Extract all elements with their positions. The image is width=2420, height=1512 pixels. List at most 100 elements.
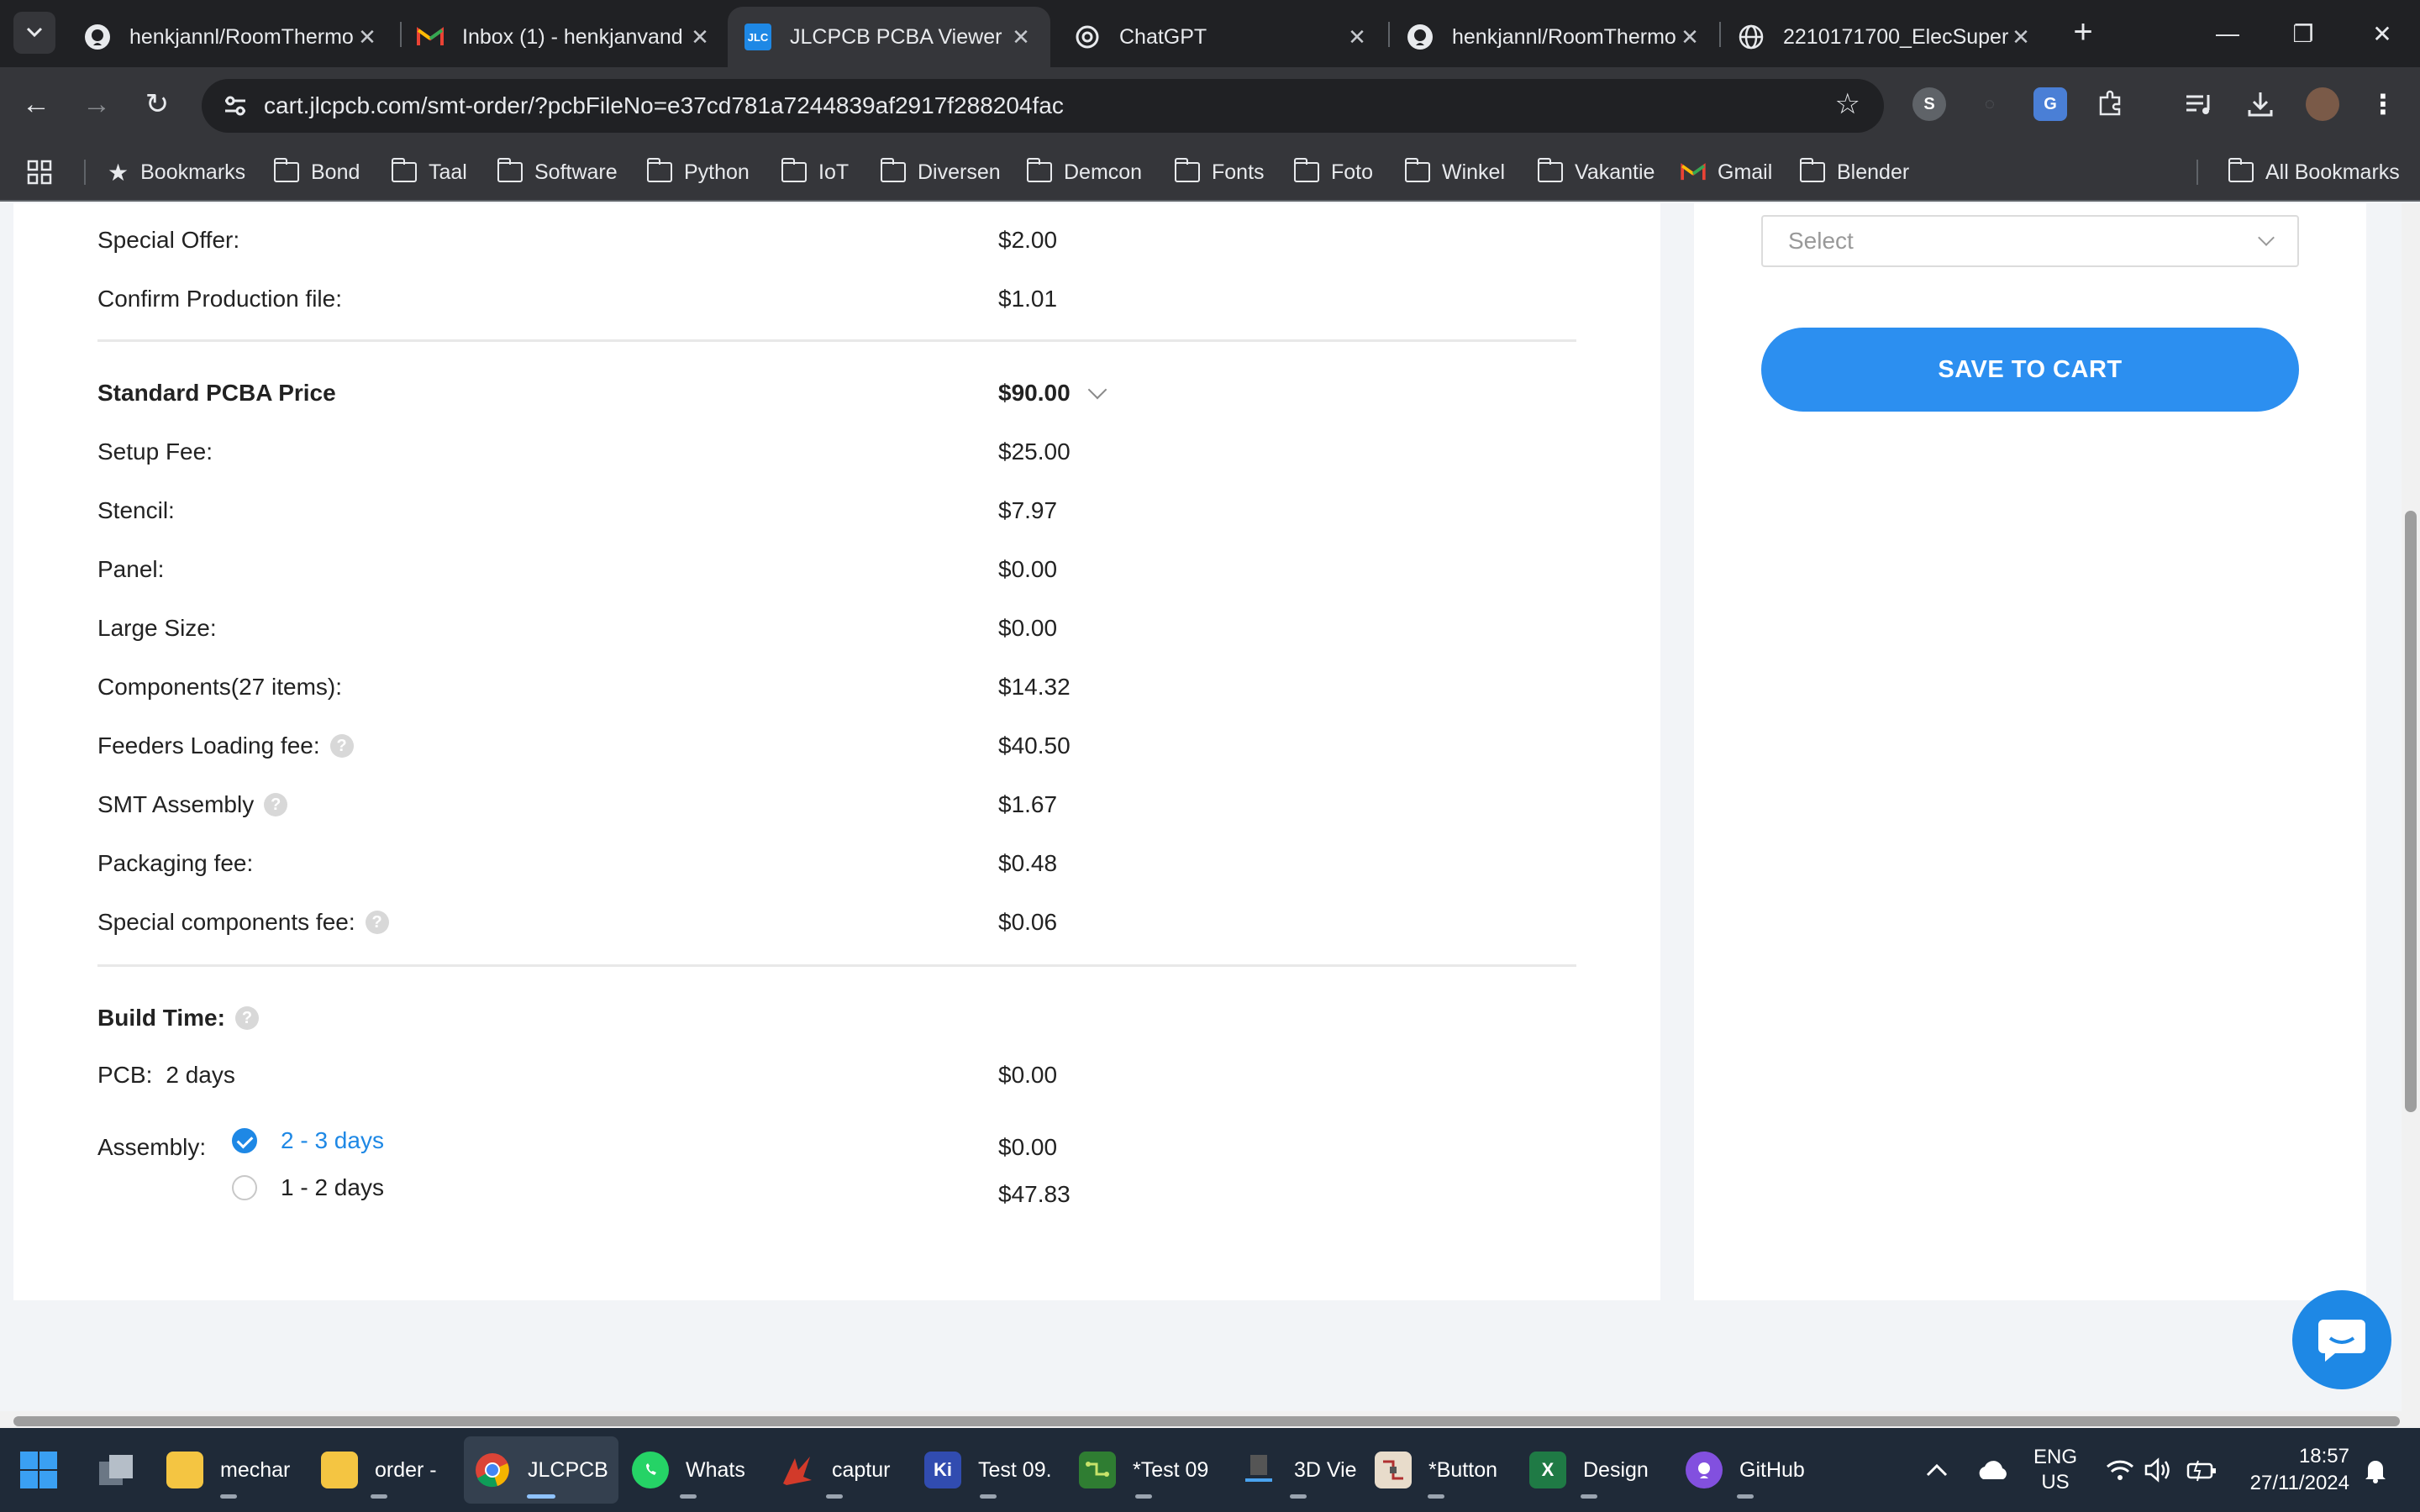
tab-jlcpcb-active[interactable]: JLC JLCPCB PCBA Viewer ✕ (728, 7, 1050, 67)
taskbar-kicad[interactable]: Ki Test 09. (914, 1436, 1062, 1504)
pcb-editor-icon (1079, 1452, 1116, 1488)
taskbar-task-view[interactable] (87, 1436, 145, 1504)
back-icon[interactable]: ← (17, 86, 55, 124)
download-icon[interactable] (2244, 87, 2277, 121)
close-icon[interactable]: ✕ (1008, 24, 1034, 50)
address-bar[interactable]: cart.jlcpcb.com/smt-order/?pcbFileNo=e37… (202, 79, 1884, 133)
taskbar-capture[interactable]: captur (768, 1436, 900, 1504)
excel-icon: X (1529, 1452, 1566, 1488)
taskbar-label: JLCPCB (528, 1457, 608, 1482)
bookmark-gmail[interactable]: Gmail (1681, 143, 1772, 202)
running-indicator (370, 1494, 387, 1499)
start-button[interactable] (8, 1436, 69, 1504)
radio-checked-icon[interactable] (232, 1128, 257, 1153)
tab-github-1[interactable]: henkjannl/RoomThermo ✕ (67, 7, 397, 67)
bookmark-vakantie[interactable]: Vakantie (1537, 143, 1655, 202)
extension-dim-icon[interactable]: ◌ (1973, 87, 2007, 121)
close-icon[interactable]: ✕ (1677, 24, 1702, 50)
new-tab-icon[interactable]: + (2062, 12, 2104, 54)
bookmark-star-icon[interactable]: ☆ (1835, 87, 1860, 121)
media-controls-icon[interactable] (2183, 87, 2217, 121)
language-indicator[interactable]: ENG US (2033, 1428, 2077, 1512)
clock[interactable]: 18:57 27/11/2024 (2249, 1428, 2349, 1512)
battery-icon[interactable] (2186, 1428, 2218, 1512)
profile-avatar[interactable] (2306, 87, 2339, 121)
window-close-icon[interactable]: ✕ (2344, 0, 2420, 67)
help-icon[interactable]: ? (329, 734, 354, 758)
forward-icon[interactable]: → (77, 86, 116, 124)
bookmark-iot[interactable]: IoT (781, 143, 849, 202)
close-icon[interactable]: ✕ (2008, 24, 2033, 50)
address-url[interactable]: cart.jlcpcb.com/smt-order/?pcbFileNo=e37… (264, 79, 1064, 133)
tab-chatgpt[interactable]: ChatGPT ✕ (1057, 7, 1386, 67)
bookmark-demcon[interactable]: Demcon (1026, 143, 1142, 202)
help-icon[interactable]: ? (264, 793, 288, 816)
3d-viewer-icon (1240, 1452, 1277, 1488)
help-icon[interactable]: ? (365, 911, 389, 934)
site-info-icon[interactable] (222, 92, 249, 119)
skype-extension-icon[interactable]: S (1912, 87, 1946, 121)
bookmark-bookmarks[interactable]: ★ Bookmarks (108, 143, 245, 202)
tab-gmail[interactable]: Inbox (1) - henkjanvand ✕ (400, 7, 729, 67)
bookmark-fonts[interactable]: Fonts (1174, 143, 1265, 202)
taskbar-excel[interactable]: X Design (1519, 1436, 1659, 1504)
assembly-option-label[interactable]: 2 - 3 days (281, 1127, 384, 1154)
taskbar-3d-viewer[interactable]: 3D Vie (1230, 1436, 1367, 1504)
order-sidebar-card: Select SAVE TO CART (1694, 203, 2366, 1300)
bookmark-software[interactable]: Software (497, 143, 618, 202)
taskbar-schematic[interactable]: *Button (1365, 1436, 1507, 1504)
assembly-option-label[interactable]: 1 - 2 days (281, 1174, 384, 1201)
bookmark-python[interactable]: Python (646, 143, 750, 202)
tab-github-2[interactable]: henkjannl/RoomThermo ✕ (1390, 7, 1719, 67)
bookmark-taal[interactable]: Taal (391, 143, 467, 202)
taskbar-explorer-mechar[interactable]: mechar (156, 1436, 300, 1504)
select-dropdown[interactable]: Select (1761, 215, 2299, 267)
taskbar-github-desktop[interactable]: GitHub (1676, 1436, 1815, 1504)
bookmark-winkel[interactable]: Winkel (1404, 143, 1505, 202)
bookmark-blender[interactable]: Blender (1799, 143, 1909, 202)
save-to-cart-button[interactable]: SAVE TO CART (1761, 328, 2299, 412)
all-bookmarks[interactable]: All Bookmarks (2228, 143, 2400, 202)
extensions-puzzle-icon[interactable] (2094, 87, 2128, 121)
tab-title: henkjannl/RoomThermo (129, 24, 354, 49)
radio-unchecked-icon[interactable] (232, 1175, 257, 1200)
taskbar-label: Test 09. (978, 1457, 1052, 1482)
chat-support-button[interactable] (2292, 1290, 2391, 1389)
menu-kebab-icon[interactable]: ⋮ (2366, 87, 2400, 121)
chevron-down-icon[interactable] (1087, 380, 1107, 400)
bookmark-foto[interactable]: Foto (1293, 143, 1373, 202)
taskbar-pcb-editor[interactable]: *Test 09 (1069, 1436, 1218, 1504)
bookmark-bond[interactable]: Bond (273, 143, 360, 202)
vertical-scrollbar-thumb[interactable] (2405, 511, 2417, 1112)
bookmark-diversen[interactable]: Diversen (880, 143, 1001, 202)
onedrive-icon[interactable] (1976, 1428, 2010, 1512)
tray-overflow-icon[interactable] (1924, 1428, 1949, 1512)
chevron-down-icon (2258, 229, 2275, 246)
volume-icon[interactable] (2144, 1428, 2173, 1512)
star-icon: ★ (108, 159, 129, 186)
taskbar-whatsapp[interactable]: Whats (622, 1436, 755, 1504)
minimize-icon[interactable]: — (2190, 0, 2265, 67)
wifi-icon[interactable] (2106, 1428, 2134, 1512)
restore-icon[interactable]: ❐ (2265, 0, 2341, 67)
help-icon[interactable]: ? (234, 1006, 259, 1030)
assembly-option-1-2-days[interactable]: 1 - 2 days (232, 1174, 384, 1201)
github-icon (1407, 24, 1434, 50)
price-value: $0.00 (998, 556, 1058, 582)
tab-elecsuper[interactable]: 2210171700_ElecSuper ✕ (1721, 7, 2050, 67)
taskbar-chrome-jlcpcb[interactable]: JLCPCB (464, 1436, 618, 1504)
assembly-option-2-3-days[interactable]: 2 - 3 days (232, 1127, 384, 1154)
reload-icon[interactable]: ↻ (138, 86, 176, 124)
close-icon[interactable]: ✕ (355, 24, 380, 50)
notification-bell-icon[interactable] (2363, 1428, 2388, 1512)
tab-search-button[interactable] (13, 12, 55, 54)
translate-extension-icon[interactable]: G (2033, 87, 2067, 121)
standard-price-toggle[interactable]: $90.00 (998, 380, 1107, 407)
horizontal-scrollbar-thumb[interactable] (13, 1416, 2400, 1426)
close-icon[interactable]: ✕ (687, 24, 713, 50)
apps-grid-icon[interactable] (27, 143, 52, 202)
jlc-icon: JLC (744, 24, 771, 50)
taskbar-explorer-order[interactable]: order - (311, 1436, 447, 1504)
close-icon[interactable]: ✕ (1344, 24, 1370, 50)
taskbar-label: order - (375, 1457, 437, 1482)
